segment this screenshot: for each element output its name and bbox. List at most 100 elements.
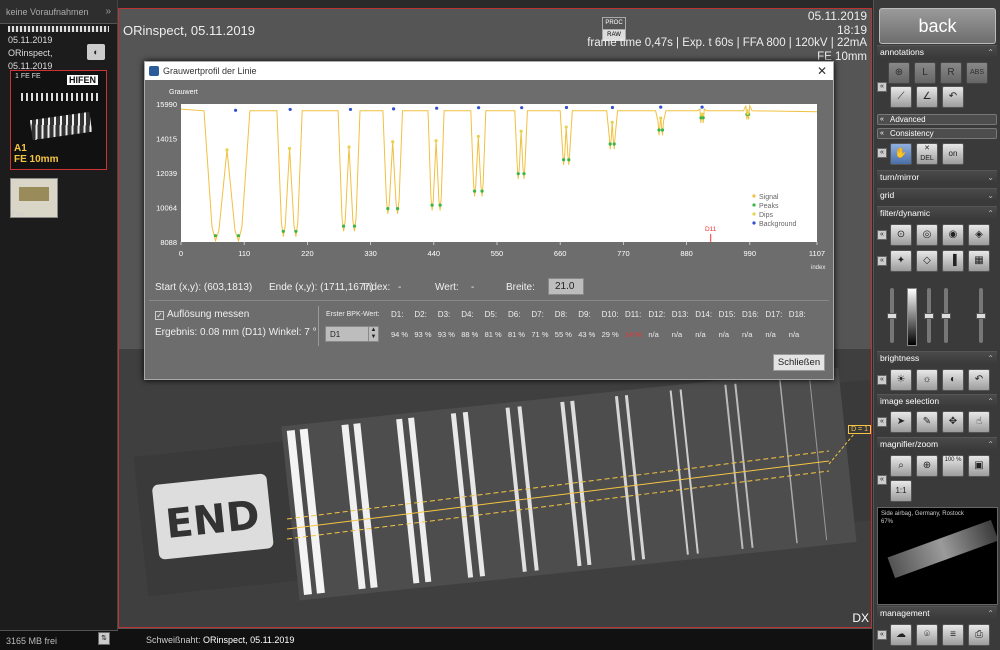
d-column: D16: n/a <box>742 308 766 339</box>
breite-input[interactable]: 21.0 <box>548 278 584 295</box>
status-icon[interactable]: ⇅ <box>98 632 110 645</box>
annotation-tool-l[interactable]: L <box>914 62 936 84</box>
x-tick-label: 990 <box>744 249 757 258</box>
reset-icon[interactable]: ↶ <box>968 369 990 391</box>
collapse-panel-icon[interactable]: » <box>105 6 111 17</box>
invert-icon[interactable]: ◐ <box>942 369 964 391</box>
background-point <box>659 105 663 109</box>
proc-label[interactable]: PROC <box>603 18 625 30</box>
peak-point <box>562 158 566 162</box>
slider-1-knob[interactable] <box>887 313 897 319</box>
section-image-selection-label: image selection <box>880 396 940 406</box>
dip-point <box>347 145 351 149</box>
collapse-icon[interactable]: « <box>877 630 887 640</box>
collapse-icon[interactable]: « <box>877 256 887 266</box>
dialog-close-icon[interactable]: ✕ <box>817 64 827 78</box>
sharpen-icon[interactable]: ✦ <box>890 250 912 272</box>
advanced-pill[interactable]: « Advanced <box>877 114 997 125</box>
filter-2-icon[interactable]: ◎ <box>916 224 938 246</box>
cloud-icon[interactable]: ☁ <box>890 624 912 646</box>
peak-point <box>480 189 484 193</box>
brightness-down-icon[interactable]: ☼ <box>916 369 938 391</box>
preview-image[interactable]: Side airbag, Germany, Rostock 67% <box>877 507 998 605</box>
legend-swatch <box>752 194 756 198</box>
d-value: 71 % <box>531 330 549 339</box>
section-management-label: management <box>880 608 930 618</box>
pointer-icon[interactable]: ➤ <box>890 411 912 433</box>
brightness-up-icon[interactable]: ☀ <box>890 369 912 391</box>
section-filter[interactable]: filter/dynamic ⌃ <box>877 206 997 219</box>
collapse-icon: « <box>880 116 884 123</box>
peak-point <box>236 234 241 238</box>
collapse-icon[interactable]: « <box>877 148 887 158</box>
checkbox-mark[interactable]: ✓ <box>155 311 164 320</box>
section-magnifier[interactable]: magnifier/zoom ⌃ <box>877 437 997 450</box>
thumbnail-header: keine Voraufnahmen » <box>0 0 117 24</box>
thumbnail-image[interactable]: 1 FE FE HIFEN A1 FE 10mm <box>10 70 107 170</box>
filter-4-icon[interactable]: ◈ <box>968 224 990 246</box>
measure-line-icon[interactable]: ⟋ <box>890 86 912 108</box>
filter-1-icon[interactable]: ⊙ <box>890 224 912 246</box>
delete-icon[interactable]: ✕ DEL <box>916 143 938 165</box>
back-button[interactable]: back <box>879 8 996 44</box>
curve-tool-icon[interactable]: ↶ <box>942 86 964 108</box>
multi-select-icon[interactable]: ✥ <box>942 411 964 433</box>
section-management[interactable]: management ⌃ <box>877 606 997 619</box>
annotation-tool-r[interactable]: R <box>940 62 962 84</box>
section-annotations[interactable]: annotations ⌃ <box>877 45 997 58</box>
collapse-icon[interactable]: « <box>877 375 887 385</box>
section-grid[interactable]: grid ⌄ <box>877 188 997 201</box>
bpk-select[interactable]: D1 ▲ ▼ <box>325 326 379 342</box>
annotation-tool-1[interactable]: ⊕ <box>888 62 910 84</box>
hand-select-icon[interactable]: ☝ <box>968 411 990 433</box>
measure-angle-icon[interactable]: ∠ <box>916 86 938 108</box>
filter-3-icon[interactable]: ◉ <box>942 224 964 246</box>
compare-icon[interactable]: ◐ <box>87 44 105 60</box>
layers-icon[interactable]: ≡ <box>942 624 964 646</box>
consistency-pill[interactable]: « Consistency <box>877 128 997 139</box>
d-header: D18: <box>788 310 806 319</box>
section-image-selection[interactable]: image selection ⌃ <box>877 394 997 407</box>
d-value: 88 % <box>461 330 479 339</box>
peak-point <box>660 128 665 132</box>
hand-tool-icon[interactable]: ✋ <box>890 143 912 165</box>
annotation-tool-abs[interactable]: ABS <box>966 62 988 84</box>
zoom-in-icon[interactable]: ⊕ <box>916 455 938 477</box>
contrast-icon[interactable]: ▐ <box>942 250 964 272</box>
grid-filter-icon[interactable]: ▦ <box>968 250 990 272</box>
collapse-icon[interactable]: « <box>877 230 887 240</box>
fit-screen-icon[interactable]: ▣ <box>968 455 990 477</box>
zoom-1-1-button[interactable]: 1:1 <box>890 480 912 502</box>
end-coords: Ende (x,y): (1711,1677) <box>269 282 374 293</box>
magnifier-icon[interactable]: ⌕ <box>890 455 912 477</box>
peak-point <box>281 229 285 233</box>
export-icon[interactable]: ⎙ <box>968 624 990 646</box>
resolution-checkbox[interactable]: ✓ Auflösung messen <box>155 309 249 320</box>
zoom-100-button[interactable]: 100 % <box>942 455 964 477</box>
spinner-icon[interactable]: ▲ ▼ <box>368 327 378 341</box>
background-point <box>435 106 439 110</box>
close-button[interactable]: Schließen <box>773 354 825 371</box>
camera-icon[interactable]: ⌾ <box>916 624 938 646</box>
d-value: 93 % <box>414 330 432 339</box>
chevron-up-icon: ⌃ <box>987 397 994 406</box>
d-column: D5: 81 % <box>485 308 509 339</box>
d-header: D8: <box>554 310 568 319</box>
chevron-up-icon: ⌃ <box>987 354 994 363</box>
d-header: D5: <box>484 310 498 319</box>
section-brightness[interactable]: brightness ⌃ <box>877 351 997 364</box>
slider-2-knob[interactable] <box>924 313 934 319</box>
dialog-titlebar[interactable]: Grauwertprofil der Linie ✕ <box>145 62 833 80</box>
pin-icon[interactable]: ✎ <box>916 411 938 433</box>
diamond-icon[interactable]: ◇ <box>916 250 938 272</box>
slider-3-knob[interactable] <box>941 313 951 319</box>
y-tick-label: 12039 <box>156 169 177 178</box>
collapse-icon[interactable]: « <box>877 82 887 92</box>
slider-4-knob[interactable] <box>976 313 986 319</box>
collapse-icon[interactable]: « <box>877 417 887 427</box>
toggle-on-icon[interactable]: on <box>942 143 964 165</box>
d-header: D2: <box>414 310 427 319</box>
section-turn-mirror[interactable]: turn/mirror ⌄ <box>877 170 997 183</box>
collapse-icon[interactable]: « <box>877 475 887 485</box>
profile-chart: Grauwert index 8088 10064 12039 14015 15990 0 11… <box>156 89 825 271</box>
